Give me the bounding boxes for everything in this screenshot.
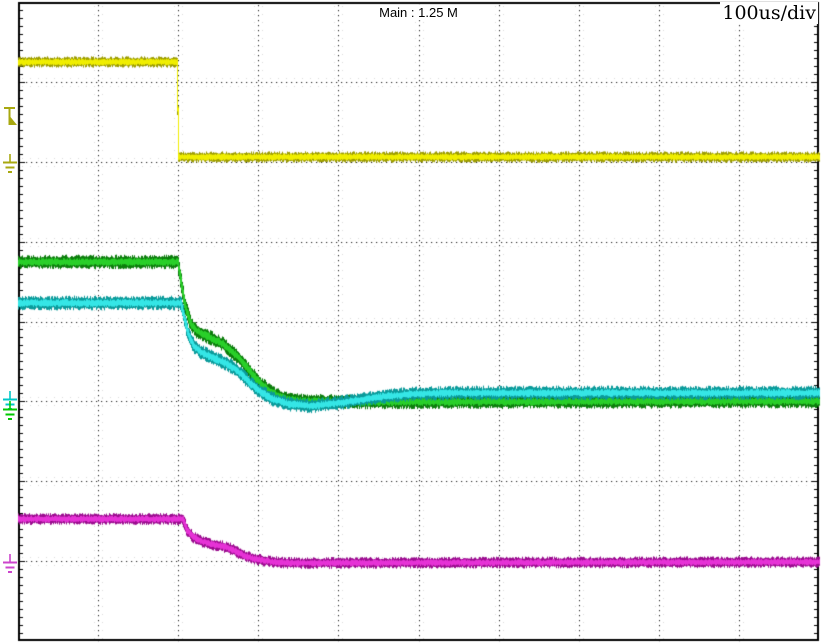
ground-marker-ch1-icon [2, 154, 18, 176]
ground-marker-ch2-icon [2, 401, 18, 423]
oscilloscope-screen: Main : 1.25 M 100us/div [0, 0, 821, 643]
timebase-label: 100us/div [720, 2, 818, 24]
trigger-level-marker-icon [2, 106, 18, 128]
ground-marker-ch4-icon [2, 554, 18, 576]
waveform-canvas [0, 0, 821, 643]
